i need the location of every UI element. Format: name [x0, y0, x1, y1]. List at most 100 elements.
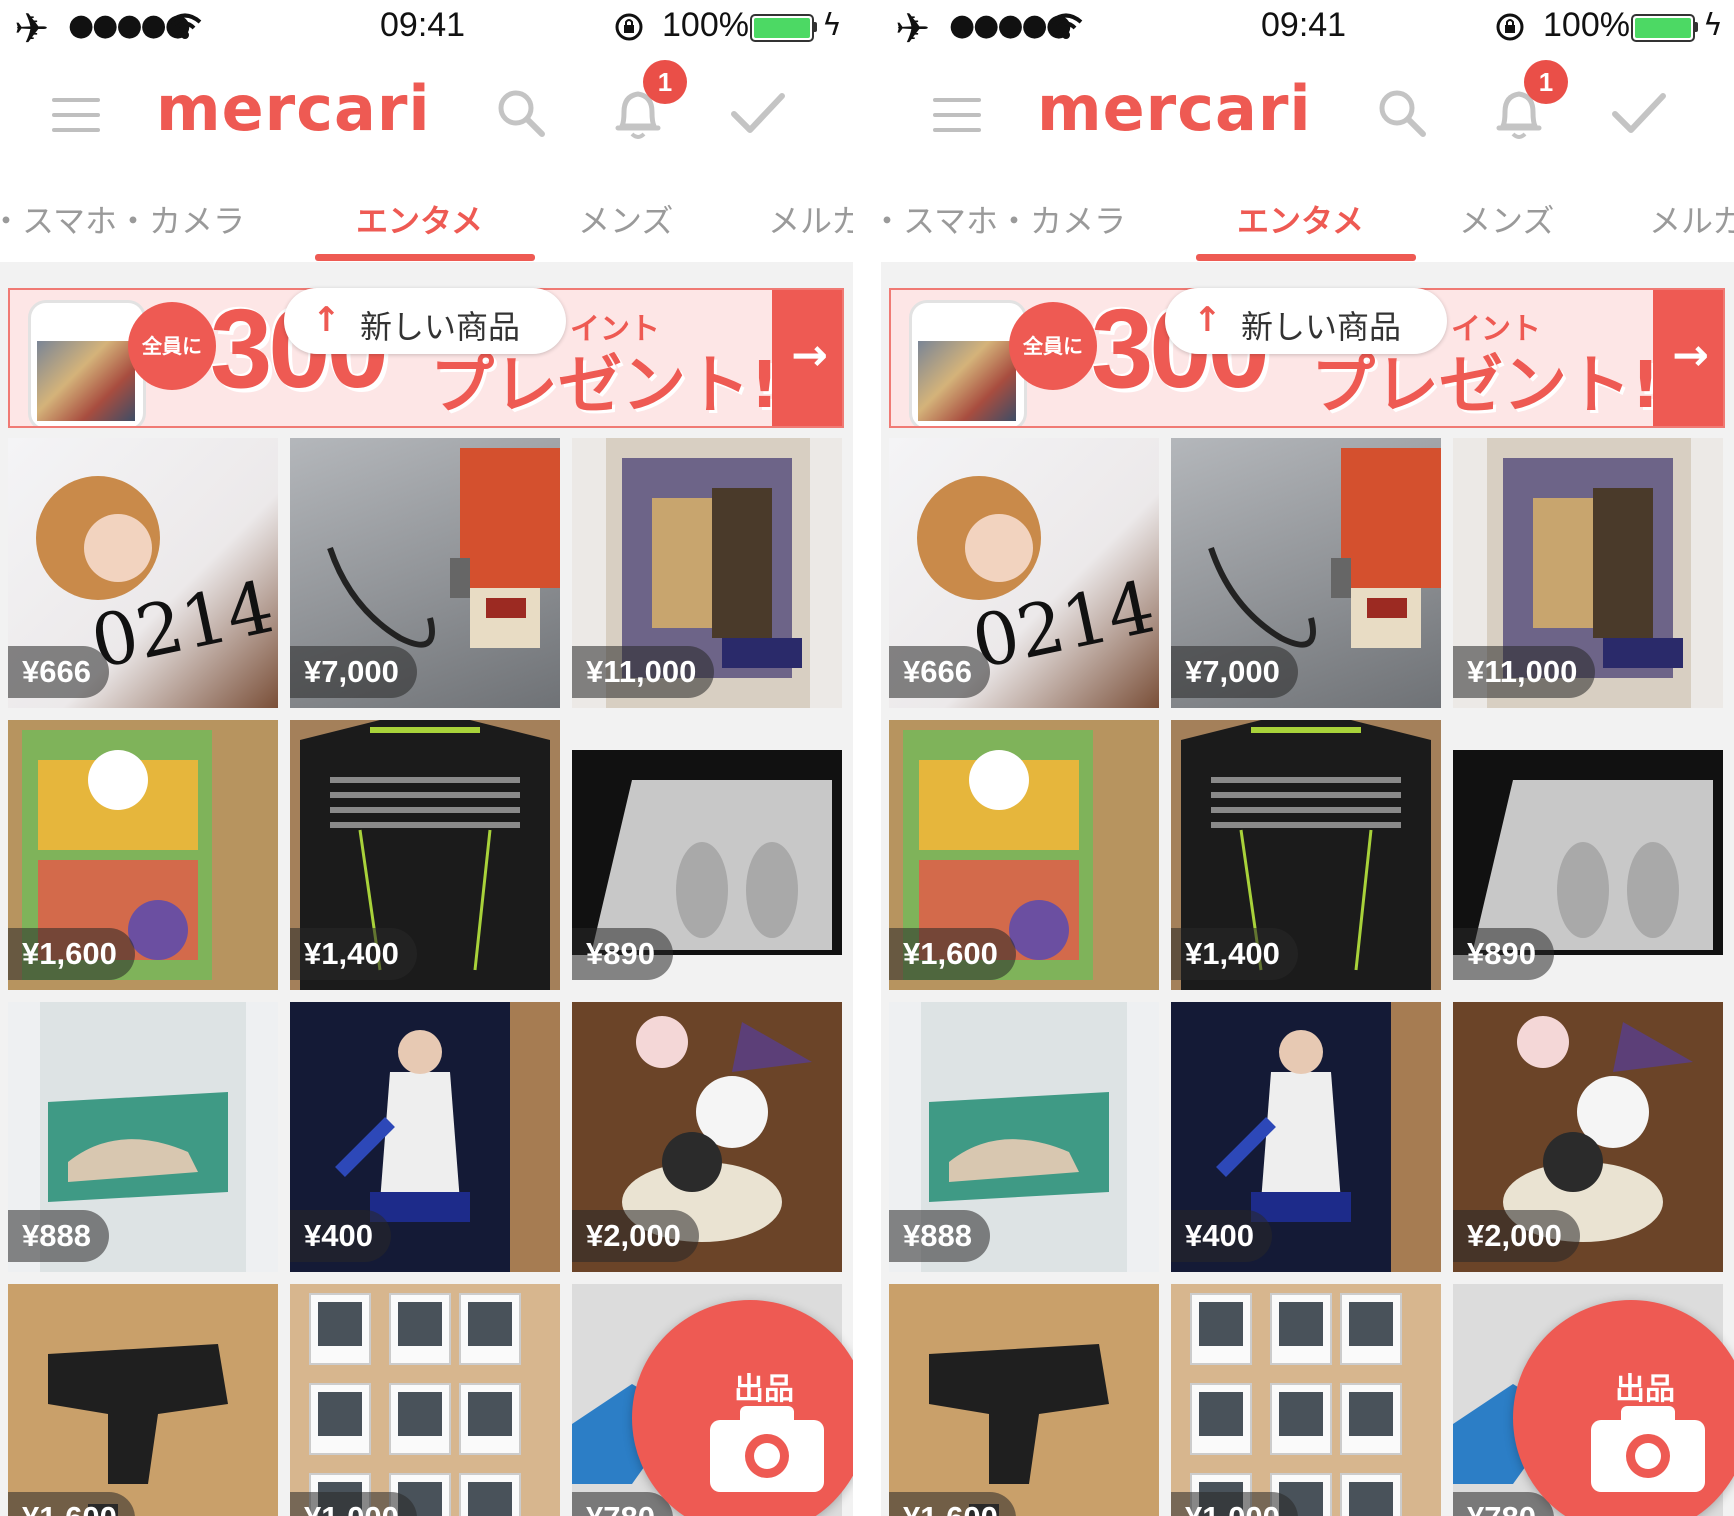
item-price: ¥1,600	[889, 1492, 1016, 1516]
notification-badge: 1	[643, 60, 687, 104]
tab-mens[interactable]: メンズ	[578, 196, 673, 242]
item-price: ¥7,000	[290, 646, 417, 698]
item-tile[interactable]: ¥11,000	[572, 438, 842, 708]
battery-icon	[1631, 14, 1695, 42]
item-tile[interactable]: ¥11,000	[1453, 438, 1723, 708]
menu-icon[interactable]	[933, 98, 981, 132]
item-tile[interactable]: ¥1,600	[889, 720, 1159, 990]
item-price: ¥2,000	[572, 1210, 699, 1262]
wifi-icon	[1049, 12, 1083, 44]
active-tab-indicator	[1196, 254, 1416, 261]
notification-badge: 1	[1524, 60, 1568, 104]
item-tile[interactable]: ¥1,600	[8, 1284, 278, 1516]
banner-arrow-button[interactable]: →	[772, 290, 842, 426]
arrow-right-icon: →	[1672, 330, 1709, 381]
sell-label: 出品	[1615, 1372, 1675, 1407]
battery-percent: 100%	[662, 6, 749, 44]
nav-bar: mercari 1	[0, 58, 853, 174]
rotation-lock-icon	[614, 12, 644, 46]
item-tile[interactable]: ¥7,000	[1171, 438, 1441, 708]
app-logo[interactable]: mercari	[156, 72, 431, 145]
new-items-label: 新しい商品	[360, 308, 521, 346]
item-price: ¥1,000	[290, 1492, 417, 1516]
app-logo[interactable]: mercari	[1037, 72, 1312, 145]
item-tile[interactable]: 0214 ¥666	[8, 438, 278, 708]
item-tile[interactable]: ¥7,000	[290, 438, 560, 708]
item-price: ¥888	[8, 1210, 109, 1262]
item-price: ¥1,400	[1171, 928, 1298, 980]
item-price: ¥666	[889, 646, 990, 698]
item-tile[interactable]: ¥890	[572, 720, 842, 990]
status-time: 09:41	[380, 6, 466, 44]
item-tile[interactable]: ¥400	[1171, 1002, 1441, 1272]
camera-icon	[1591, 1406, 1705, 1496]
item-tile[interactable]: ¥1,400	[1171, 720, 1441, 990]
item-tile[interactable]: ¥888	[889, 1002, 1159, 1272]
item-tile[interactable]: ¥890	[1453, 720, 1723, 990]
item-price: ¥400	[1171, 1210, 1272, 1262]
airplane-icon: ✈	[14, 4, 50, 53]
battery-icon	[750, 14, 814, 42]
search-icon[interactable]	[1375, 86, 1429, 144]
item-tile[interactable]: 0214 ¥666	[889, 438, 1159, 708]
arrow-up-icon: ↑	[312, 300, 341, 340]
banner-phone-image	[909, 300, 1027, 426]
item-price: ¥1,400	[290, 928, 417, 980]
new-items-label: 新しい商品	[1241, 308, 1402, 346]
item-tile[interactable]: ¥2,000	[572, 1002, 842, 1272]
item-price: ¥1,600	[8, 1492, 135, 1516]
tab-smartphone-camera[interactable]: ・スマホ・カメラ	[881, 196, 1126, 242]
tab-mens[interactable]: メンズ	[1459, 196, 1554, 242]
arrow-up-icon: ↑	[1193, 300, 1222, 340]
item-price: ¥7,000	[1171, 646, 1298, 698]
menu-icon[interactable]	[52, 98, 100, 132]
item-price: ¥400	[290, 1210, 391, 1262]
item-price: ¥780	[572, 1492, 673, 1516]
item-price: ¥1,600	[889, 928, 1016, 980]
new-items-pill[interactable]: ↑ 新しい商品	[1165, 288, 1447, 354]
battery-tip	[813, 22, 817, 32]
status-bar: ✈ ●●●●● 09:41 100% ϟ	[0, 0, 853, 58]
active-tab-indicator	[315, 254, 535, 261]
battery-tip	[1694, 22, 1698, 32]
banner-badge: 全員に	[128, 302, 216, 390]
item-price: ¥1,600	[8, 928, 135, 980]
category-tabs: ・スマホ・カメラ エンタメ メンズ メルカ	[881, 172, 1734, 262]
item-tile[interactable]: ¥888	[8, 1002, 278, 1272]
item-price: ¥2,000	[1453, 1210, 1580, 1262]
tab-mercari[interactable]: メルカ	[768, 196, 853, 242]
tab-entertainment[interactable]: エンタメ	[356, 196, 483, 242]
check-icon[interactable]	[1611, 90, 1667, 140]
item-price: ¥890	[572, 928, 673, 980]
battery-level	[754, 18, 810, 38]
category-tabs: ・スマホ・カメラ エンタメ メンズ メルカ	[0, 172, 853, 262]
item-price: ¥11,000	[572, 646, 715, 698]
item-tile[interactable]: ¥1,000	[1171, 1284, 1441, 1516]
search-icon[interactable]	[494, 86, 548, 144]
item-tile[interactable]: ¥2,000	[1453, 1002, 1723, 1272]
phone-screen-right: ✈ ●●●●● 09:41 100% ϟ mercari 1 ・スマホ・カメラ …	[881, 0, 1734, 1516]
item-tile[interactable]: ¥1,600	[889, 1284, 1159, 1516]
wifi-icon	[168, 12, 202, 44]
item-tile[interactable]: ¥1,000	[290, 1284, 560, 1516]
item-price: ¥666	[8, 646, 109, 698]
tab-mercari[interactable]: メルカ	[1649, 196, 1734, 242]
new-items-pill[interactable]: ↑ 新しい商品	[284, 288, 566, 354]
item-price: ¥11,000	[1453, 646, 1596, 698]
phone-screen-left: ✈ ●●●●● 09:41 100% ϟ mercari 1 ・スマホ・カメラ …	[0, 0, 853, 1516]
charging-icon: ϟ	[822, 8, 842, 43]
item-tile[interactable]: ¥1,400	[290, 720, 560, 990]
tab-smartphone-camera[interactable]: ・スマホ・カメラ	[0, 196, 245, 242]
battery-level	[1635, 18, 1691, 38]
check-icon[interactable]	[730, 90, 786, 140]
banner-badge: 全員に	[1009, 302, 1097, 390]
banner-arrow-button[interactable]: →	[1653, 290, 1723, 426]
status-time: 09:41	[1261, 6, 1347, 44]
rotation-lock-icon	[1495, 12, 1525, 46]
sell-label: 出品	[734, 1372, 794, 1407]
tab-entertainment[interactable]: エンタメ	[1237, 196, 1364, 242]
item-price: ¥780	[1453, 1492, 1554, 1516]
item-tile[interactable]: ¥1,600	[8, 720, 278, 990]
status-bar: ✈ ●●●●● 09:41 100% ϟ	[881, 0, 1734, 58]
item-tile[interactable]: ¥400	[290, 1002, 560, 1272]
